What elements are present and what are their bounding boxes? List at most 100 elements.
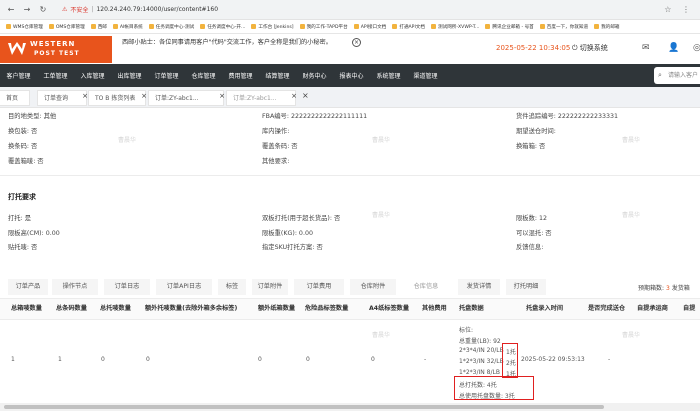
bookmark-item[interactable]: 我的邮箱 xyxy=(594,24,620,30)
bookmark-item[interactable]: AI帐目系统 xyxy=(112,24,143,30)
nav-item[interactable]: 订单管理 xyxy=(148,71,185,80)
bookmark-item[interactable]: 任务调度中心-测试 xyxy=(148,24,195,30)
close-icon[interactable]: × xyxy=(291,88,297,104)
bookmark-item[interactable]: 打通API文档 xyxy=(392,24,425,30)
cell-entry-time: 2025-05-22 09:53:13 xyxy=(521,356,585,363)
tab-label: 首页 xyxy=(6,95,19,102)
bookmark-label: API接口文档 xyxy=(360,24,387,30)
bookmark-item[interactable]: 腾讯企业邮箱 - 号首 xyxy=(485,24,534,30)
bookmark-item[interactable]: 任务调度中心-开... xyxy=(200,24,245,30)
tab-order-query[interactable]: 订单查询 × xyxy=(37,90,88,106)
detail-tab[interactable]: 订单附件 xyxy=(252,279,288,295)
url-field[interactable]: ⚠ 不安全 | 120.24.240.79:14000/user/content… xyxy=(62,5,218,14)
nav-item[interactable]: 出库管理 xyxy=(111,71,148,80)
pallet-double: 双板打托(用于超长货品): 否 xyxy=(262,215,341,222)
info-cover-barcode: 覆盖条码: 否 xyxy=(262,143,298,150)
cell-pallet-mark-count: 0 xyxy=(101,356,105,363)
tab-close-all-icon[interactable]: × xyxy=(302,91,309,100)
bookmark-label: 任务调度中心-开... xyxy=(207,24,246,30)
folder-icon xyxy=(6,24,11,29)
nav-item[interactable]: 渠道管理 xyxy=(407,71,444,80)
pallet-line: 2*3*4/IN 20/LB xyxy=(459,347,504,354)
switch-system-button[interactable]: ⏻ 切换系统 xyxy=(572,43,608,53)
detail-tab[interactable]: 订单日志 xyxy=(104,279,150,295)
detail-tab[interactable]: 仓库信息 xyxy=(402,279,450,295)
bookmark-item[interactable]: 西邮 xyxy=(90,24,107,30)
divider xyxy=(0,175,700,176)
nav-item[interactable]: 仓库管理 xyxy=(185,71,222,80)
tab-order-2[interactable]: 订单:ZY-abc1... × xyxy=(226,88,297,106)
forward-icon[interactable]: → xyxy=(22,5,32,14)
nav-item[interactable]: 系统管理 xyxy=(370,71,407,80)
url-separator: | xyxy=(91,6,94,13)
tab-label: 订单查询 xyxy=(44,95,69,102)
info-fba-no: FBA编号: 2222222222222111111 xyxy=(262,113,368,120)
user-icon[interactable]: 👤 xyxy=(668,43,679,53)
globe-icon[interactable]: ◎ xyxy=(693,43,700,53)
scrollbar-thumb[interactable] xyxy=(4,405,604,409)
bookmarks-bar: WMS仓库管理 OMS仓库管理 西邮 AI帐目系统 任务调度中心-测试 任务调度中心-开.… xyxy=(0,20,700,34)
notice-close-icon[interactable]: × xyxy=(352,38,361,47)
table-header-cell: 自提承运商 xyxy=(637,305,668,312)
tab-label: 订单:ZY-abc1... xyxy=(155,95,199,102)
detail-tab[interactable]: 操作节点 xyxy=(52,279,98,295)
nav-item[interactable]: 报表中心 xyxy=(333,71,370,80)
nav-search-input[interactable]: ⌕ 请输入客户 xyxy=(654,67,700,84)
bookmark-item[interactable]: 百度一下，你就知道 xyxy=(539,24,588,30)
nav-item[interactable]: 工单管理 xyxy=(37,71,74,80)
pallet-limit-count: 限板数: 12 xyxy=(516,215,548,222)
pallet-required: 打托: 是 xyxy=(8,215,32,222)
browser-actions[interactable]: ☆ ⋮ xyxy=(664,5,694,14)
stats-expected: 3 xyxy=(665,285,670,292)
nav-item[interactable]: 入库管理 xyxy=(74,71,111,80)
detail-tab[interactable]: 仓库附件 xyxy=(350,279,396,295)
pallet-line: 标位: xyxy=(459,327,474,334)
info-expected-time: 期望送仓时间: xyxy=(516,128,556,135)
info-cover-mark: 覆盖箱唛: 否 xyxy=(8,158,44,165)
folder-icon xyxy=(148,24,154,29)
detail-tab[interactable]: 订单产品 xyxy=(8,279,48,295)
detail-tab[interactable]: 打托明细 xyxy=(506,279,546,295)
nav-item[interactable]: 客户管理 xyxy=(0,71,37,80)
detail-tab[interactable]: 发货详情 xyxy=(458,279,500,295)
pallet-feedback: 反馈信息: xyxy=(516,244,544,251)
bookmark-item[interactable]: 工作台 [Jenkins] xyxy=(251,24,294,30)
bookmark-label: 工作台 [Jenkins] xyxy=(258,24,294,30)
back-icon[interactable]: ← xyxy=(6,5,16,14)
nav-item[interactable]: 费用管理 xyxy=(222,71,259,80)
bookmark-label: 任务调度中心-测试 xyxy=(155,24,195,30)
bookmark-label: 测试网所-XVWP-T... xyxy=(438,24,480,30)
tab-tob-picking[interactable]: TO B 拣货列表 × xyxy=(88,88,147,106)
app-root: ← → ↻ ⚠ 不安全 | 120.24.240.79:14000/user/c… xyxy=(0,0,700,415)
logo-mark-icon xyxy=(8,42,26,55)
logo[interactable]: WESTERN POST TEST xyxy=(0,36,112,63)
pallet-sku-plan: 指定SKU打托方案: 否 xyxy=(262,244,323,251)
folder-icon xyxy=(251,24,257,29)
folder-icon xyxy=(485,24,491,29)
nav-item[interactable]: 结算管理 xyxy=(259,71,296,80)
tab-order-1[interactable]: 订单:ZY-abc1... × xyxy=(148,88,225,106)
pallet-section-title: 打托要求 xyxy=(8,193,36,201)
pallet-total: 总打托数: 4托 xyxy=(459,382,497,389)
table-header-cell: 托盘录入时间 xyxy=(526,305,564,312)
tab-home[interactable]: 首页 xyxy=(0,90,30,106)
bookmark-item[interactable]: 测试网所-XVWP-T... xyxy=(431,24,479,30)
mail-icon[interactable]: ✉ xyxy=(642,43,650,53)
close-icon[interactable]: × xyxy=(219,88,225,104)
cell-dg-label: 0 xyxy=(306,356,310,363)
search-icon: ⌕ xyxy=(658,71,662,79)
folder-icon xyxy=(200,24,206,29)
close-icon[interactable]: × xyxy=(141,88,147,104)
bookmark-item[interactable]: WMS仓库管理 xyxy=(6,24,43,30)
bookmark-item[interactable]: 我的工作-TAPD平台 xyxy=(299,24,348,30)
bookmark-item[interactable]: API接口文档 xyxy=(353,24,387,30)
bookmark-item[interactable]: OMS仓库管理 xyxy=(48,24,85,30)
nav-item[interactable]: 财务中心 xyxy=(296,71,333,80)
detail-tab[interactable]: 订单API日志 xyxy=(156,279,212,295)
reload-icon[interactable]: ↻ xyxy=(38,5,48,14)
detail-tab[interactable]: 标签 xyxy=(218,279,246,295)
watermark: 曹晨华 xyxy=(372,332,391,339)
cell-extra-pallet-mark: 0 xyxy=(146,356,150,363)
watermark: 曹晨华 xyxy=(372,137,391,144)
detail-tab[interactable]: 订单费用 xyxy=(294,279,344,295)
